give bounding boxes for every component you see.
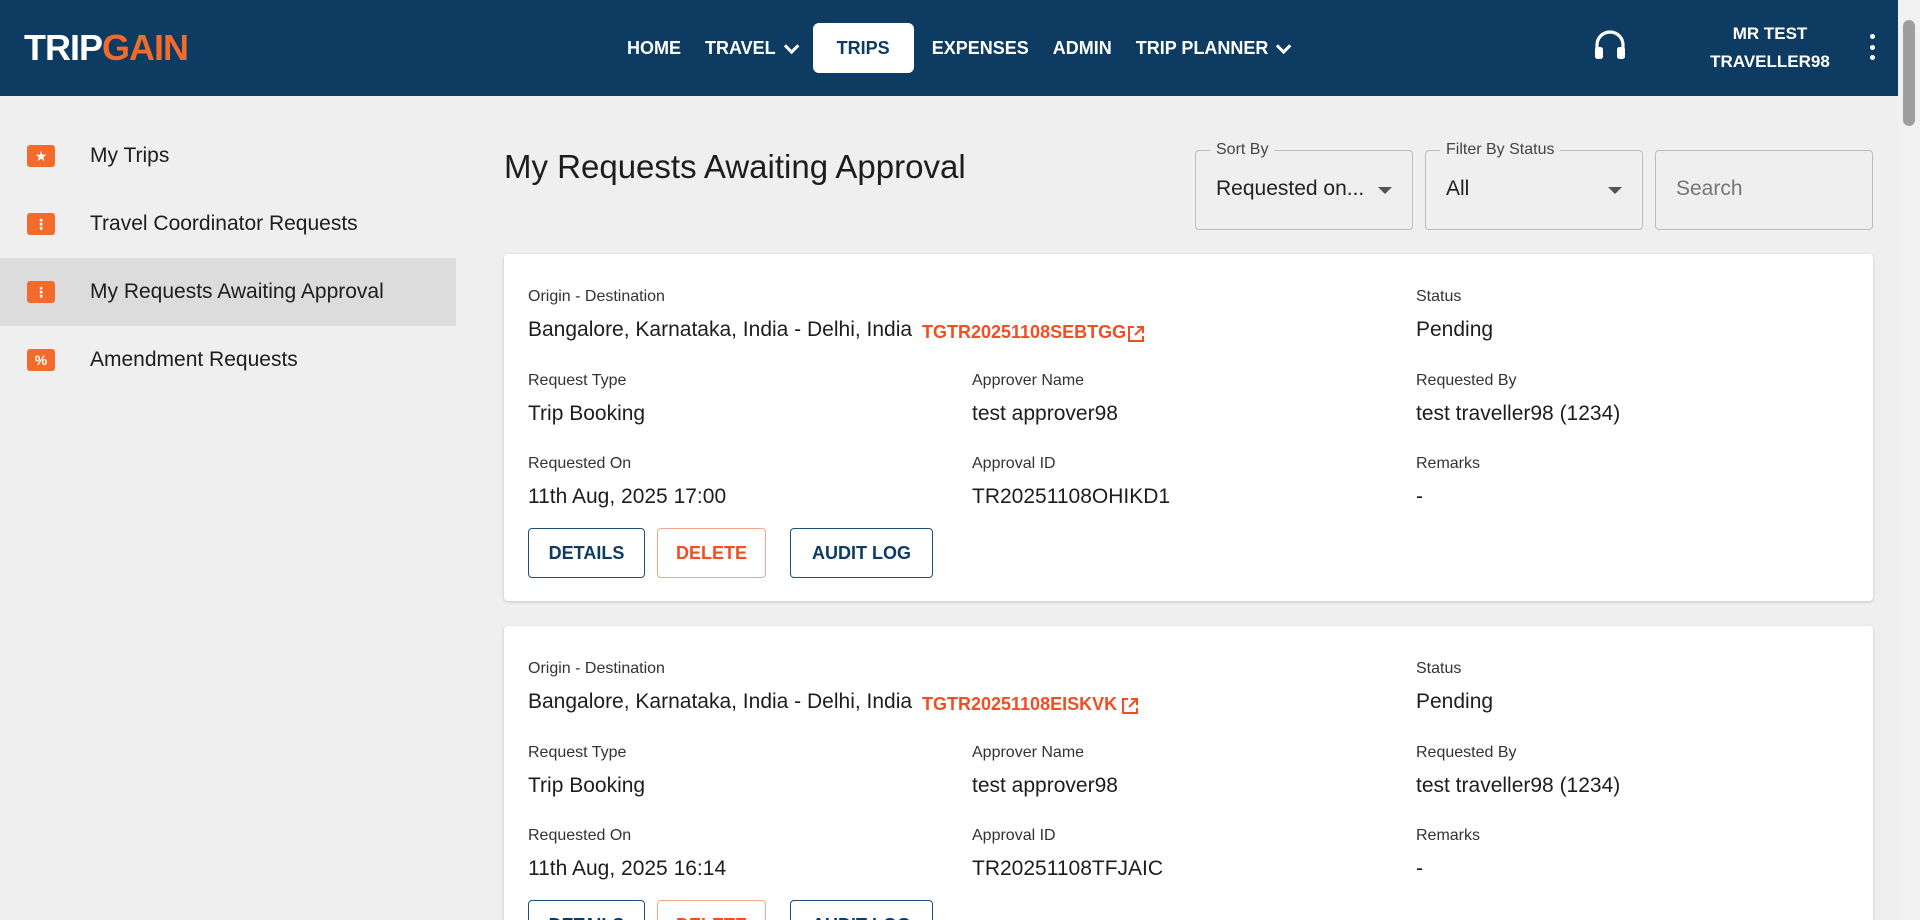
approval-id-label: Approval ID <box>972 455 1056 472</box>
remarks-value: - <box>1416 485 1423 508</box>
nav-admin-label: ADMIN <box>1052 37 1112 58</box>
requested-by-label: Requested By <box>1416 744 1517 761</box>
user-menu[interactable]: MR TEST TRAVELLER98 <box>1700 20 1840 76</box>
ticket-icon: ⋮ <box>27 213 55 235</box>
trip-code-link[interactable]: TGTR20251108SEBTGG <box>922 322 1126 343</box>
nav-admin[interactable]: ADMIN <box>1041 23 1124 73</box>
search-field[interactable] <box>1655 150 1873 230</box>
sidebar-item-label: My Requests Awaiting Approval <box>90 280 384 303</box>
sidebar-item-amendment-requests[interactable]: % Amendment Requests <box>0 326 456 394</box>
nav-trips-label: TRIPS <box>836 37 890 58</box>
page-title: My Requests Awaiting Approval <box>504 148 966 185</box>
status-label: Status <box>1416 660 1462 677</box>
sidebar-item-my-trips[interactable]: ★ My Trips <box>0 122 456 190</box>
request-type-label: Request Type <box>528 372 627 389</box>
approval-id-value: TR20251108OHIKD1 <box>972 485 1171 508</box>
nav-travel-label: TRAVEL <box>705 37 776 58</box>
requested-on-label: Requested On <box>528 455 632 472</box>
details-button[interactable]: DETAILS <box>528 528 645 578</box>
nav-home[interactable]: HOME <box>615 23 693 73</box>
details-button[interactable]: DETAILS <box>528 900 645 920</box>
sidebar-item-travel-coordinator-requests[interactable]: ⋮ Travel Coordinator Requests <box>0 190 456 258</box>
headset-support-icon[interactable] <box>1592 28 1628 64</box>
tripgain-logo[interactable]: TRIPGAIN <box>24 27 189 68</box>
audit-log-button[interactable]: AUDIT LOG <box>790 900 933 920</box>
logo-gain-text: GAIN <box>102 27 189 68</box>
delete-button[interactable]: DELETE <box>657 528 766 578</box>
origin-destination-label: Origin - Destination <box>528 660 665 677</box>
sidebar-item-my-requests-awaiting-approval[interactable]: ⋮ My Requests Awaiting Approval <box>0 258 456 326</box>
dropdown-caret-icon <box>1608 187 1622 194</box>
approver-name-label: Approver Name <box>972 744 1085 761</box>
request-card: Origin - Destination Bangalore, Karnatak… <box>504 626 1873 920</box>
requested-by-value: test traveller98 (1234) <box>1416 402 1621 425</box>
approver-name-value: test approver98 <box>972 402 1118 425</box>
sidebar-item-label: Amendment Requests <box>90 348 298 371</box>
delete-button[interactable]: DELETE <box>657 900 766 920</box>
top-header: TRIPGAIN HOME TRAVEL TRIPS EXPENSES ADMI… <box>0 0 1920 96</box>
route-value: Bangalore, Karnataka, India - Delhi, Ind… <box>528 318 913 341</box>
sort-by-legend: Sort By <box>1210 141 1275 159</box>
nav-expenses[interactable]: EXPENSES <box>920 23 1041 73</box>
chevron-down-icon <box>1276 38 1292 54</box>
dropdown-caret-icon <box>1378 187 1392 194</box>
trip-code-link[interactable]: TGTR20251108EISKVK <box>922 694 1117 715</box>
request-type-value: Trip Booking <box>528 402 646 425</box>
external-link-icon[interactable] <box>1120 696 1140 716</box>
requested-by-label: Requested By <box>1416 372 1517 389</box>
nav-trip-planner-label: TRIP PLANNER <box>1135 37 1269 58</box>
approver-name-label: Approver Name <box>972 372 1085 389</box>
logo-trip-text: TRIP <box>24 27 103 68</box>
sort-by-select[interactable]: Sort By Requested on... <box>1195 141 1413 230</box>
filter-status-legend: Filter By Status <box>1440 141 1561 159</box>
status-value: Pending <box>1416 318 1494 341</box>
filter-status-select[interactable]: Filter By Status All <box>1425 141 1643 230</box>
request-type-label: Request Type <box>528 744 627 761</box>
nav-trips[interactable]: TRIPS <box>812 23 914 73</box>
request-type-value: Trip Booking <box>528 774 646 797</box>
sidebar-item-label: Travel Coordinator Requests <box>90 212 358 235</box>
main-nav: HOME TRAVEL TRIPS EXPENSES ADMIN TRIP PL… <box>615 23 1299 73</box>
remarks-label: Remarks <box>1416 455 1481 472</box>
nav-trip-planner[interactable]: TRIP PLANNER <box>1124 23 1300 73</box>
route-value: Bangalore, Karnataka, India - Delhi, Ind… <box>528 690 913 713</box>
ticket-icon: ⋮ <box>27 281 55 303</box>
audit-log-button[interactable]: AUDIT LOG <box>790 528 933 578</box>
ticket-star-icon: ★ <box>27 145 55 167</box>
user-name-line2: TRAVELLER98 <box>1710 52 1830 71</box>
user-name-line1: MR TEST <box>1732 24 1808 43</box>
requested-on-label: Requested On <box>528 827 632 844</box>
approver-name-value: test approver98 <box>972 774 1118 797</box>
remarks-label: Remarks <box>1416 827 1481 844</box>
nav-expenses-label: EXPENSES <box>931 37 1029 58</box>
status-label: Status <box>1416 288 1462 305</box>
sidebar-item-label: My Trips <box>90 144 170 167</box>
requested-on-value: 11th Aug, 2025 16:14 <box>528 857 727 880</box>
more-vertical-icon[interactable] <box>1866 34 1878 60</box>
nav-home-label: HOME <box>627 37 681 58</box>
approval-id-value: TR20251108TFJAIC <box>972 857 1164 880</box>
origin-destination-label: Origin - Destination <box>528 288 665 305</box>
request-card: Origin - Destination Bangalore, Karnatak… <box>504 254 1873 601</box>
ticket-percent-icon: % <box>27 349 55 371</box>
chevron-down-icon <box>783 38 800 54</box>
filter-status-value: All <box>1446 177 1470 200</box>
scrollbar-thumb[interactable] <box>1903 20 1915 126</box>
approval-id-label: Approval ID <box>972 827 1056 844</box>
status-value: Pending <box>1416 690 1494 713</box>
remarks-value: - <box>1416 857 1423 880</box>
requested-by-value: test traveller98 (1234) <box>1416 774 1621 797</box>
nav-travel[interactable]: TRAVEL <box>693 23 807 73</box>
external-link-icon[interactable] <box>1126 324 1146 344</box>
search-input[interactable] <box>1676 177 1846 201</box>
sidebar: ★ My Trips ⋮ Travel Coordinator Requests… <box>0 96 456 920</box>
requested-on-value: 11th Aug, 2025 17:00 <box>528 485 727 508</box>
page-scrollbar[interactable] <box>1898 0 1920 920</box>
sort-by-value: Requested on... <box>1216 177 1365 200</box>
